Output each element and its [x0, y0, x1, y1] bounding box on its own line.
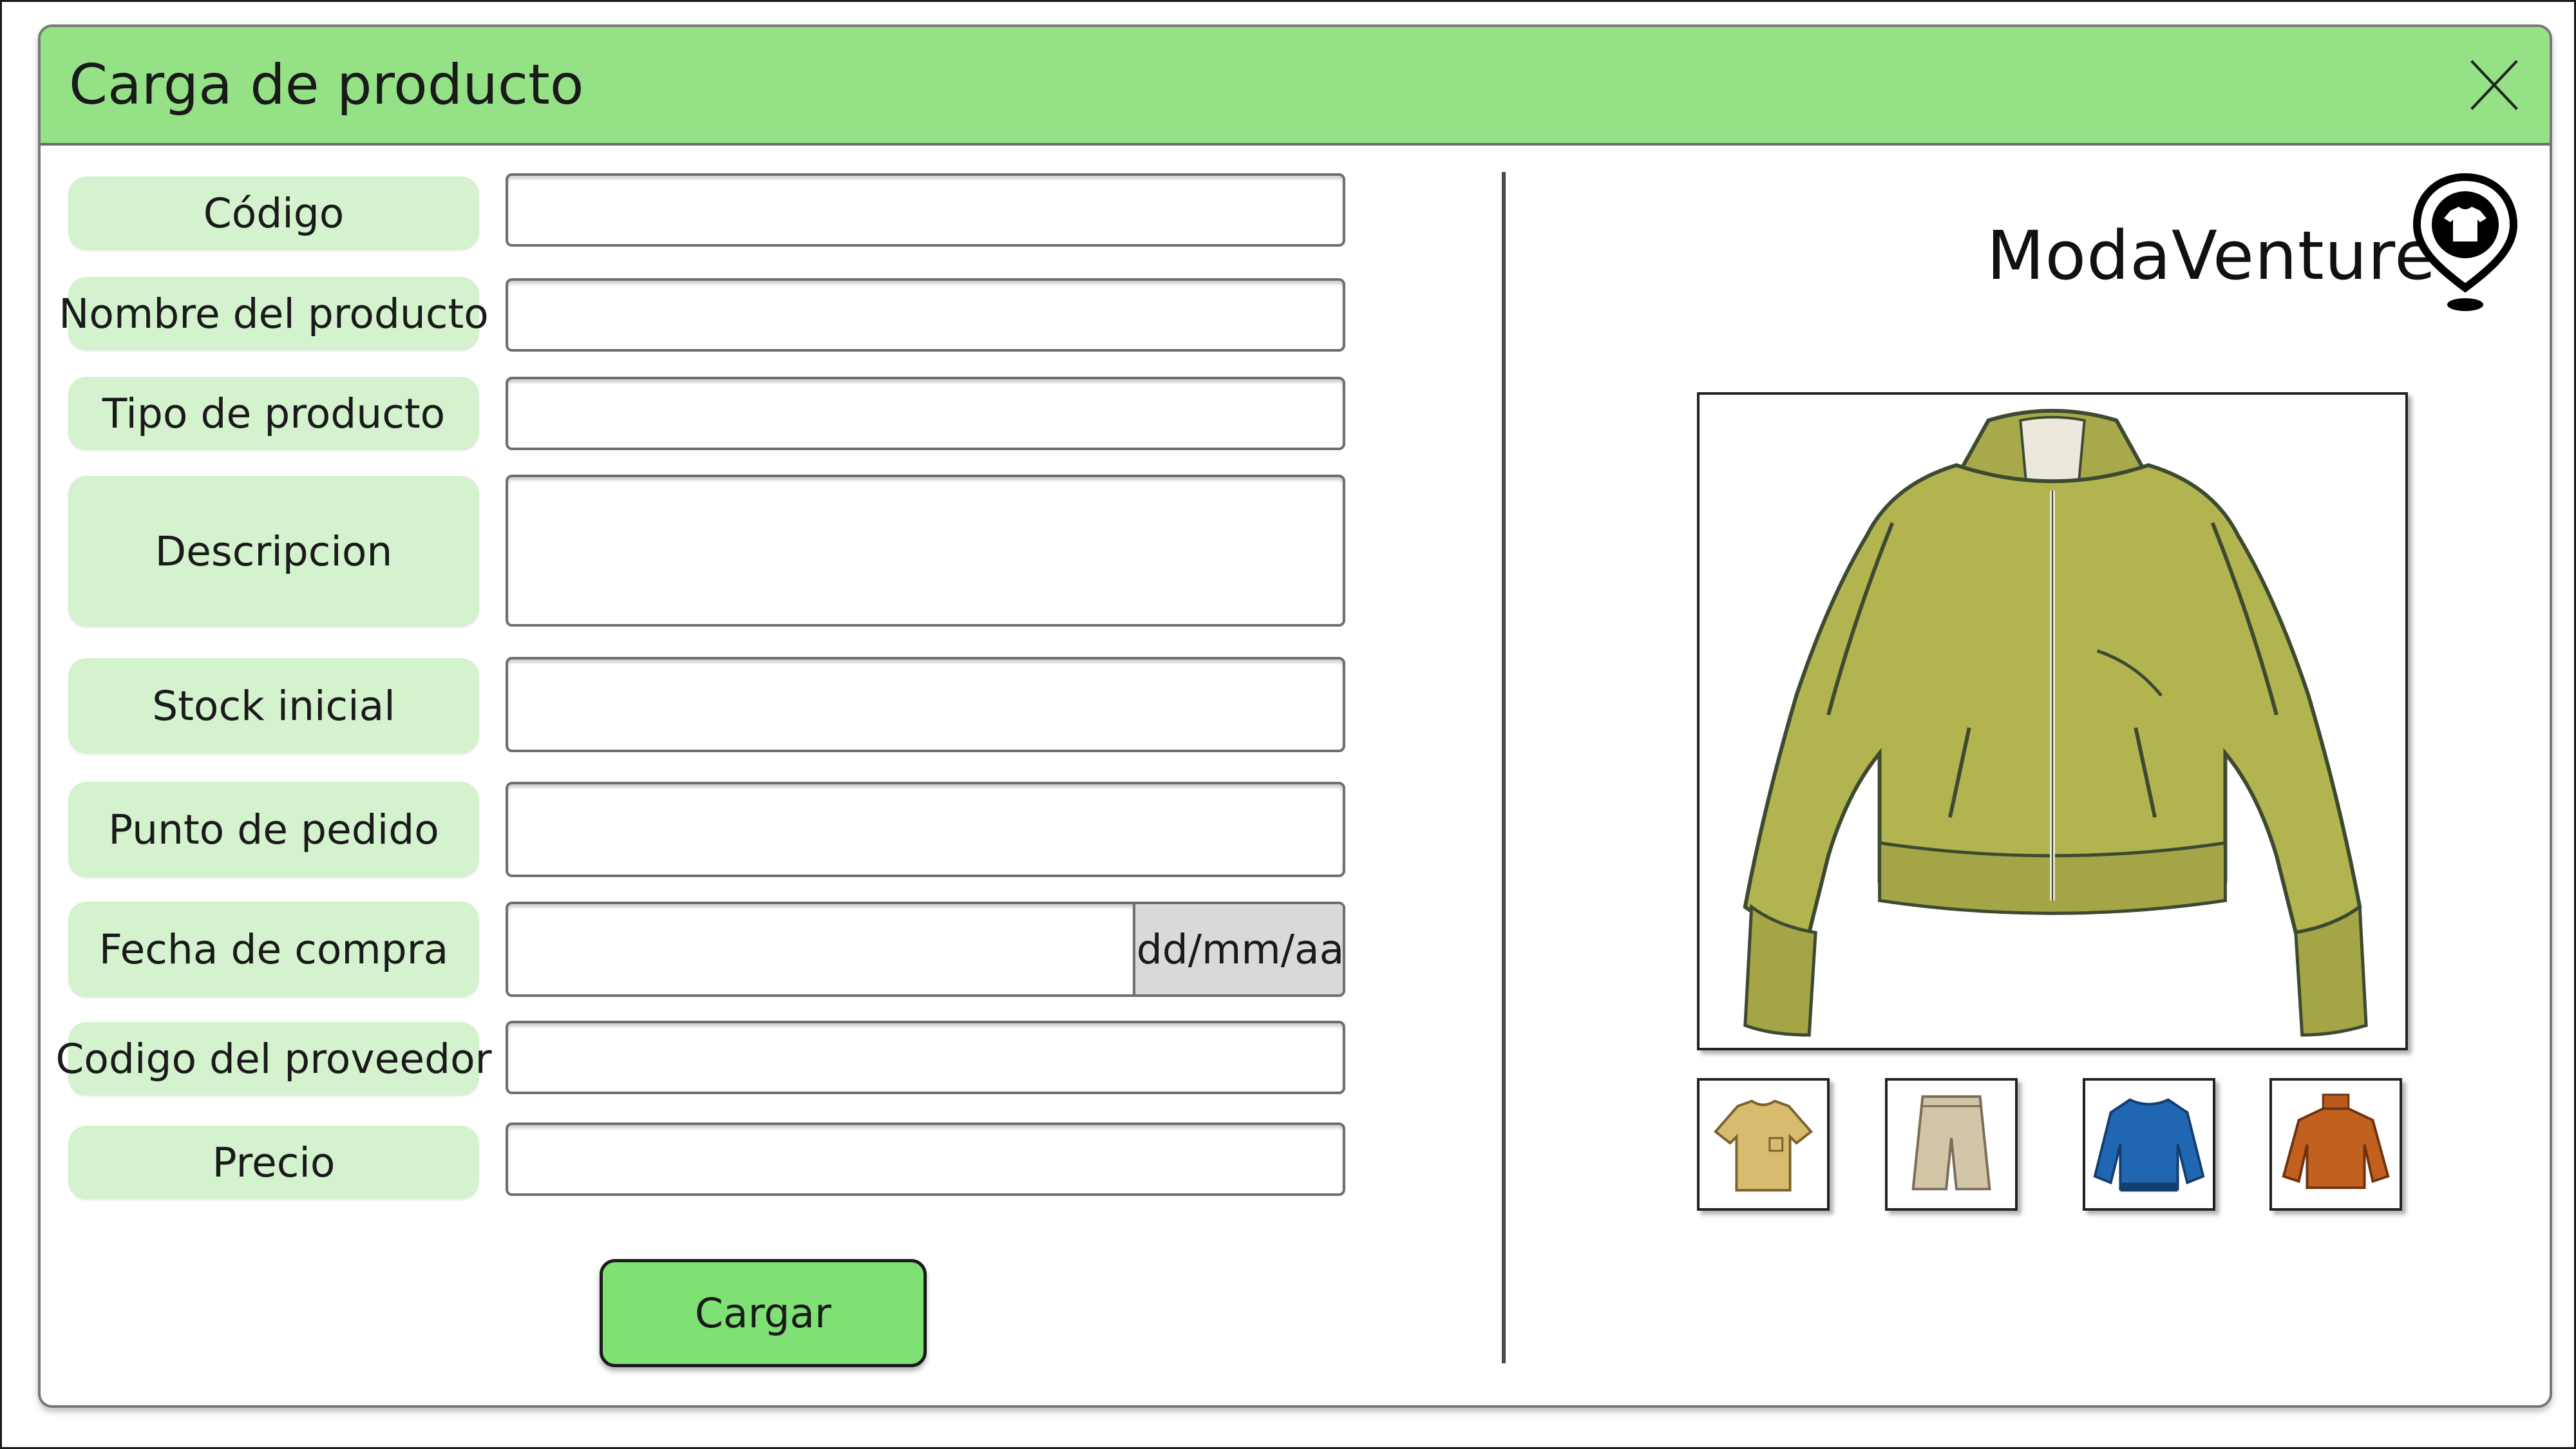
field-label-codigo: Código — [68, 176, 479, 250]
tshirt-thumbnail — [1713, 1099, 1814, 1192]
field-label-stock-inicial: Stock inicial — [68, 658, 479, 753]
bomber-jacket-image — [1743, 408, 2368, 1037]
field-label-fecha-compra: Fecha de compra — [68, 902, 479, 997]
thumbnail-sweatshirt[interactable] — [2083, 1078, 2215, 1211]
field-label-punto-pedido: Punto de pedido — [68, 782, 479, 877]
map-pin-tshirt-icon — [2410, 172, 2520, 314]
brand-name: ModaVenture — [1986, 216, 2436, 295]
thumbnail-shorts[interactable] — [1885, 1078, 2018, 1211]
cargar-button[interactable]: Cargar — [600, 1259, 927, 1367]
title-bar: Carga de producto — [41, 27, 2550, 146]
codigo-input[interactable] — [506, 173, 1345, 247]
nombre-producto-input[interactable] — [506, 278, 1345, 352]
stock-inicial-input[interactable] — [506, 657, 1345, 752]
fecha-compra-input[interactable] — [508, 904, 1133, 994]
fecha-compra-field: dd/mm/aa — [506, 902, 1345, 997]
close-button[interactable] — [2461, 52, 2528, 118]
descripcion-textarea[interactable] — [506, 475, 1345, 627]
codigo-proveedor-input[interactable] — [506, 1021, 1345, 1094]
close-icon — [2470, 60, 2518, 110]
precio-input[interactable] — [506, 1122, 1345, 1196]
screen-frame: Carga de producto Código Nombre del prod… — [0, 0, 2576, 1449]
field-label-descripcion: Descripcion — [68, 476, 479, 627]
sweatshirt-thumbnail — [2093, 1098, 2205, 1192]
thumbnail-turtleneck[interactable] — [2269, 1078, 2402, 1211]
dialog-title: Carga de producto — [69, 53, 584, 117]
field-label-nombre-producto: Nombre del producto — [59, 277, 489, 350]
vertical-divider — [1502, 172, 1506, 1363]
shorts-thumbnail — [1911, 1095, 1991, 1191]
field-label-codigo-proveedor: Codigo del proveedor — [55, 1022, 492, 1095]
date-format-hint: dd/mm/aa — [1133, 904, 1343, 994]
turtleneck-sweater-thumbnail — [2282, 1094, 2390, 1189]
tipo-producto-input[interactable] — [506, 377, 1345, 450]
product-load-dialog: Carga de producto Código Nombre del prod… — [38, 24, 2552, 1408]
punto-pedido-input[interactable] — [506, 782, 1345, 877]
field-label-precio: Precio — [68, 1126, 479, 1199]
main-product-image — [1697, 392, 2408, 1050]
thumbnail-tshirt[interactable] — [1697, 1078, 1830, 1211]
field-label-tipo-producto: Tipo de producto — [68, 377, 479, 450]
